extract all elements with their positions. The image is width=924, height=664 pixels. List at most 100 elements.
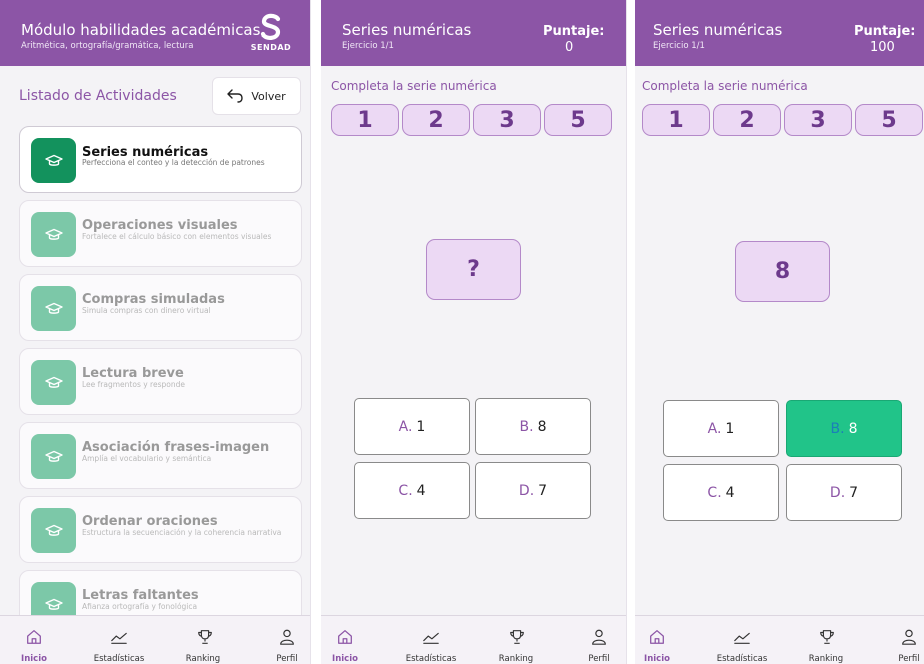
module-title: Módulo habilidades académicas,	[21, 21, 266, 39]
activity-description: Estructura la secuenciación y la coheren…	[82, 528, 282, 537]
activity-icon-tile	[31, 212, 76, 257]
option-value: 4	[416, 482, 426, 499]
answer-slot: ?	[426, 239, 521, 300]
exercise-title: Series numéricas	[653, 21, 783, 39]
option-letter: A.	[398, 418, 413, 435]
answer-option-c[interactable]: C. 4	[663, 464, 779, 521]
activity-description: Fortalece el cálculo básico con elemento…	[82, 232, 272, 241]
activity-card[interactable]: Letras faltantes Afianza ortografía y fon…	[19, 570, 302, 615]
app-header: Módulo habilidades académicas, Aritmétic…	[0, 0, 310, 66]
back-button-label: Volver	[251, 89, 286, 103]
exercise-instruction: Completa la serie numérica	[642, 79, 808, 93]
series-number: 1	[642, 104, 710, 136]
answer-option-a[interactable]: A. 1	[663, 400, 779, 457]
option-value: 8	[848, 420, 858, 437]
series-number: 1	[331, 104, 399, 136]
graduation-cap-icon	[44, 154, 63, 166]
activity-title: Ordenar oraciones	[82, 514, 218, 529]
graduation-cap-icon	[44, 598, 63, 610]
option-letter: D.	[518, 482, 535, 499]
activity-icon-tile	[31, 286, 76, 331]
graduation-cap-icon	[44, 228, 63, 240]
activity-card[interactable]: Asociación frases-imagen Amplía el vocabu…	[19, 422, 302, 489]
activity-description: Afianza ortografía y fonológica	[82, 602, 198, 611]
activity-card[interactable]: Series numéricas Perfecciona el conteo y …	[19, 126, 302, 193]
option-letter: B.	[519, 418, 534, 435]
nav-label: Perfil	[588, 654, 610, 664]
series-number: 3	[473, 104, 541, 136]
activity-description: Amplía el vocabulario y semántica	[82, 454, 212, 463]
activity-card[interactable]: Ordenar oraciones Estructura la secuencia…	[19, 496, 302, 563]
graduation-cap-icon	[44, 376, 63, 388]
exercise-screen-answered: Series numéricas Ejercicio 1/1 Puntaje: …	[635, 0, 924, 664]
user-icon	[280, 629, 294, 645]
activity-title: Operaciones visuales	[82, 218, 238, 233]
option-value: 8	[537, 418, 547, 435]
exercise-counter: Ejercicio 1/1	[342, 41, 394, 51]
nav-item-perfil[interactable]: Perfil	[0, 616, 310, 664]
activities-list-title: Listado de Actividades	[19, 88, 177, 104]
activity-icon-tile	[31, 434, 76, 479]
activity-title: Letras faltantes	[82, 588, 199, 603]
activity-icon-tile	[31, 582, 76, 615]
activity-icon-tile	[31, 508, 76, 553]
option-value: 1	[725, 420, 735, 437]
exercise-instruction: Completa la serie numérica	[331, 79, 497, 93]
answer-option-d[interactable]: D. 7	[475, 462, 591, 519]
graduation-cap-icon	[44, 302, 63, 314]
activity-description: Perfecciona el conteo y la detección de …	[82, 158, 265, 167]
activity-card[interactable]: Compras simuladas Simula compras con dine…	[19, 274, 302, 341]
option-value: 1	[416, 418, 426, 435]
graduation-cap-icon	[44, 524, 63, 536]
answer-option-d[interactable]: D. 7	[786, 464, 902, 521]
option-letter: D.	[829, 484, 846, 501]
score-label: Puntaje:	[543, 24, 605, 39]
answer-option-b[interactable]: B. 8	[786, 400, 902, 457]
exercise-screen-unanswered: Series numéricas Ejercicio 1/1 Puntaje: …	[321, 0, 627, 664]
bottom-navigation: Inicio Estadísticas Ranking Perfil	[321, 615, 626, 664]
series-number: 2	[402, 104, 470, 136]
exercise-counter: Ejercicio 1/1	[653, 41, 705, 51]
back-button[interactable]: Volver	[212, 77, 301, 115]
answer-slot: 8	[735, 241, 830, 302]
activity-title: Lectura breve	[82, 366, 184, 381]
logo-s-icon	[260, 13, 281, 40]
activities-screen: Módulo habilidades académicas, Aritmétic…	[0, 0, 311, 664]
nav-label: Perfil	[898, 654, 920, 664]
score-value: 0	[565, 40, 574, 55]
bottom-navigation: Inicio Estadísticas Ranking Perfil	[635, 615, 924, 664]
activity-icon-tile	[31, 138, 76, 183]
activities-list: Series numéricas Perfecciona el conteo y …	[19, 126, 302, 615]
logo-text: SENDAD	[250, 43, 292, 52]
option-letter: B.	[830, 420, 845, 437]
exercise-title: Series numéricas	[342, 21, 472, 39]
answer-option-b[interactable]: B. 8	[475, 398, 591, 455]
answer-option-c[interactable]: C. 4	[354, 462, 470, 519]
activity-title: Compras simuladas	[82, 292, 225, 307]
option-value: 7	[849, 484, 859, 501]
activity-description: Simula compras con dinero virtual	[82, 306, 211, 315]
score-label: Puntaje:	[854, 24, 916, 39]
series-number: 3	[784, 104, 852, 136]
exercise-header: Series numéricas Ejercicio 1/1 Puntaje: …	[321, 0, 626, 66]
option-letter: C.	[398, 482, 413, 499]
score-value: 100	[870, 40, 895, 55]
option-value: 7	[538, 482, 548, 499]
activity-card[interactable]: Lectura breve Lee fragmentos y responde	[19, 348, 302, 415]
nav-item-perfil[interactable]: Perfil	[635, 616, 924, 664]
series-number: 5	[544, 104, 612, 136]
nav-label: Perfil	[276, 654, 298, 664]
activity-title: Asociación frases-imagen	[82, 440, 270, 455]
graduation-cap-icon	[44, 450, 63, 462]
option-value: 4	[725, 484, 735, 501]
bottom-navigation: Inicio Estadísticas Ranking Perfil	[0, 615, 310, 664]
series-number: 5	[855, 104, 923, 136]
module-subtitle: Aritmética, ortografía/gramática, lectur…	[21, 41, 194, 51]
nav-item-perfil[interactable]: Perfil	[321, 616, 626, 664]
activity-card[interactable]: Operaciones visuales Fortalece el cálculo…	[19, 200, 302, 267]
option-letter: A.	[707, 420, 722, 437]
option-letter: C.	[707, 484, 722, 501]
activity-description: Lee fragmentos y responde	[82, 380, 185, 389]
answer-option-a[interactable]: A. 1	[354, 398, 470, 455]
user-icon	[592, 629, 606, 645]
